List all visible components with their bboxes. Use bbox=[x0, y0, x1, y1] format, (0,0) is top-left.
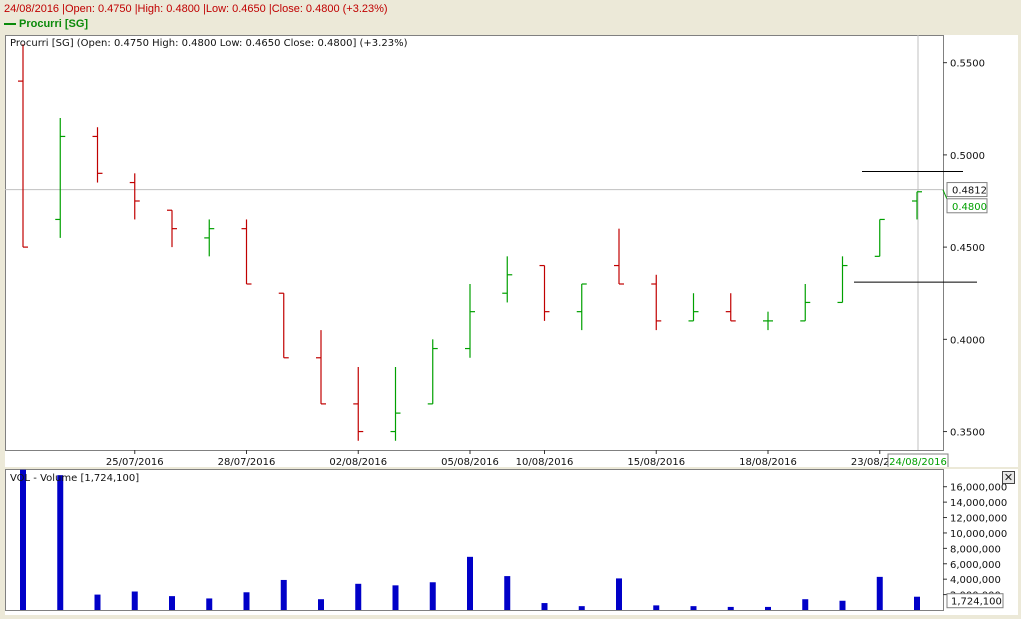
volume-bar[interactable] bbox=[504, 576, 511, 610]
volume-bar[interactable] bbox=[169, 596, 175, 610]
price-y-tick-label: 0.5500 bbox=[950, 59, 985, 70]
volume-bar[interactable] bbox=[727, 606, 734, 610]
volume-bar[interactable] bbox=[616, 578, 622, 610]
volume-y-tick-label: 16,000,000 bbox=[950, 483, 1007, 494]
volume-bar[interactable] bbox=[20, 469, 26, 610]
price-x-tick-label: 05/08/2016 bbox=[441, 457, 499, 467]
volume-bar[interactable] bbox=[355, 583, 362, 610]
volume-bar[interactable] bbox=[94, 594, 101, 610]
price-y-tick-label: 0.3500 bbox=[950, 428, 985, 439]
volume-bar[interactable] bbox=[280, 579, 287, 610]
volume-bar[interactable] bbox=[541, 603, 548, 610]
volume-bar[interactable] bbox=[243, 592, 250, 610]
price-chart[interactable]: 0.5500 0.5000 0.4500 0.4000 0.3500 25/07/2016… bbox=[5, 35, 1018, 467]
price-x-tick-label: 15/08/2016 bbox=[627, 457, 685, 467]
price-y-tick-label: 0.5000 bbox=[950, 151, 985, 162]
price-x-tick-label: 18/08/2016 bbox=[739, 457, 797, 467]
volume-chart[interactable]: 16,000,000 14,000,000 12,000,000 10,000,000… bbox=[5, 469, 1018, 615]
crosshair-date-label: 24/08/2016 bbox=[889, 457, 947, 467]
price-y-tick-label: 0.4000 bbox=[950, 335, 985, 346]
price-panel[interactable]: 0.5500 0.5000 0.4500 0.4000 0.3500 25/07/2016… bbox=[5, 35, 1018, 467]
volume-bar[interactable] bbox=[131, 591, 138, 610]
legend-swatch bbox=[4, 23, 16, 25]
symbol-legend[interactable]: Procurri [SG] bbox=[4, 18, 88, 30]
price-x-tick-label: 28/07/2016 bbox=[218, 457, 276, 467]
ohlc-info-text: 24/08/2016 |Open: 0.4750 |High: 0.4800 |… bbox=[4, 3, 388, 15]
volume-y-tick-label: 12,000,000 bbox=[950, 514, 1007, 525]
volume-bar[interactable] bbox=[467, 556, 473, 610]
price-plot-frame bbox=[5, 35, 944, 451]
volume-y-tick-label: 14,000,000 bbox=[950, 498, 1007, 509]
volume-y-tick-label: 8,000,000 bbox=[950, 544, 1001, 555]
volume-panel-label: VOL - Volume [1,724,100] bbox=[10, 473, 140, 484]
volume-bar[interactable] bbox=[802, 599, 809, 610]
volume-plot-frame bbox=[5, 469, 944, 611]
volume-y-tick-label: 6,000,000 bbox=[950, 560, 1001, 571]
close-volume-panel-button[interactable]: ✕ bbox=[1002, 471, 1015, 484]
symbol-legend-label: Procurri [SG] bbox=[19, 18, 89, 30]
volume-bar[interactable] bbox=[57, 475, 64, 610]
volume-panel[interactable]: 16,000,000 14,000,000 12,000,000 10,000,000… bbox=[5, 469, 1018, 615]
volume-bar[interactable] bbox=[876, 576, 883, 610]
volume-bar[interactable] bbox=[392, 585, 399, 610]
last-close-label: 0.4800 bbox=[952, 202, 987, 213]
volume-bar[interactable] bbox=[318, 599, 324, 610]
price-x-tick-label: 02/08/2016 bbox=[329, 457, 387, 467]
volume-y-tick-label: 10,000,000 bbox=[950, 529, 1007, 540]
crosshair-price-label: 0.4812 bbox=[952, 186, 987, 197]
volume-bar[interactable] bbox=[690, 606, 697, 610]
price-x-tick-label: 25/07/2016 bbox=[106, 457, 164, 467]
last-volume-label: 1,724,100 bbox=[951, 597, 1002, 608]
price-panel-label: Procurri [SG] (Open: 0.4750 High: 0.4800… bbox=[10, 38, 408, 49]
price-y-tick-label: 0.4500 bbox=[950, 243, 985, 254]
volume-bar[interactable] bbox=[206, 598, 213, 610]
price-x-tick-label: 10/08/2016 bbox=[516, 457, 574, 467]
volume-bar[interactable] bbox=[765, 606, 771, 610]
volume-y-tick-label: 4,000,000 bbox=[950, 575, 1001, 586]
volume-bar[interactable] bbox=[839, 600, 846, 610]
volume-bar[interactable] bbox=[429, 582, 436, 610]
volume-bar[interactable] bbox=[653, 605, 660, 610]
volume-bar[interactable] bbox=[578, 606, 585, 610]
volume-bar[interactable] bbox=[914, 596, 920, 610]
